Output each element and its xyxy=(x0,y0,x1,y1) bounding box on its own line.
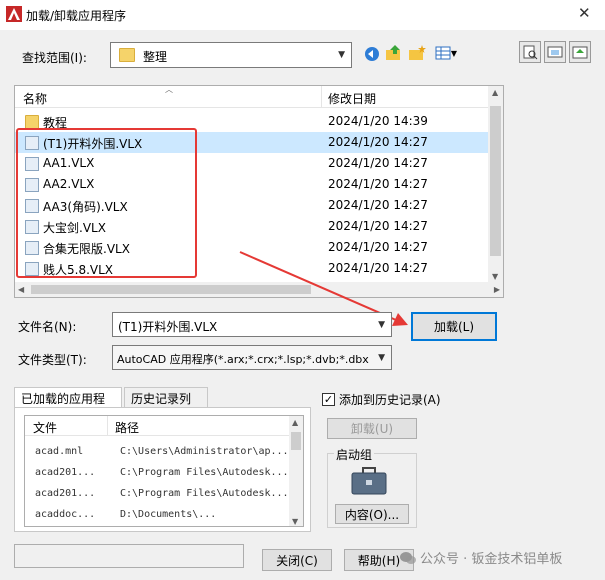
highlight-box xyxy=(16,128,197,278)
file-list-vscrollbar[interactable]: ▲ ▼ xyxy=(488,86,503,283)
scroll-thumb[interactable] xyxy=(490,106,501,256)
view-grid-icon xyxy=(435,46,451,60)
file-date: 2024/1/20 14:27 xyxy=(328,198,428,212)
filename-combo[interactable]: (T1)开料外围.VLX ▼ xyxy=(112,312,392,337)
column-name-header[interactable]: 名称 xyxy=(23,90,47,107)
find-icon xyxy=(523,45,538,60)
app-file: acad201... xyxy=(35,467,96,478)
scroll-left-icon[interactable]: ◀ xyxy=(18,285,24,294)
app-path: C:\Program Files\Autodesk... xyxy=(120,488,289,499)
file-date: 2024/1/20 14:27 xyxy=(328,219,428,233)
add-history-label: 添加到历史记录(A) xyxy=(339,393,441,407)
column-modified-header[interactable]: 修改日期 xyxy=(328,90,376,107)
file-list-hscrollbar[interactable]: ◀ ▶ xyxy=(15,282,503,297)
close-window-button[interactable]: ✕ xyxy=(578,4,591,22)
lookin-value: 整理 xyxy=(143,50,168,64)
back-arrow-icon xyxy=(365,47,379,61)
window-title: 加载/卸载应用程序 xyxy=(26,9,127,23)
app-path: D:\Documents\... xyxy=(120,509,217,520)
chevron-down-icon: ▼ xyxy=(338,50,345,60)
file-date: 2024/1/20 14:27 xyxy=(328,156,428,170)
find-button[interactable] xyxy=(519,41,541,63)
folder-icon xyxy=(119,48,135,62)
checkmark-icon: ✓ xyxy=(323,393,334,406)
filetype-label: 文件类型(T): xyxy=(18,353,87,367)
loaded-apps-pane: 文件 路径 acad.mnl C:\Users\Administrator\ap.… xyxy=(14,407,311,532)
scroll-down-icon[interactable]: ▼ xyxy=(492,272,498,281)
startup-group: 启动组 内容(O)... xyxy=(327,446,417,528)
scroll-thumb[interactable] xyxy=(31,285,311,294)
column-file-header[interactable]: 文件 xyxy=(33,419,57,436)
briefcase-icon xyxy=(351,467,387,495)
views-button[interactable]: ▼ xyxy=(432,44,460,62)
title-bar: 加载/卸载应用程序 ✕ xyxy=(0,0,605,30)
up-folder-button[interactable] xyxy=(385,44,403,62)
back-button[interactable] xyxy=(363,45,381,63)
watermark: 公众号 · 钣金技术铝单板 xyxy=(400,548,562,567)
scroll-right-icon[interactable]: ▶ xyxy=(494,285,500,294)
startup-group-label: 启动组 xyxy=(334,446,375,463)
locate-icon xyxy=(572,46,588,59)
file-date: 2024/1/20 14:27 xyxy=(328,177,428,191)
file-date: 2024/1/20 14:27 xyxy=(328,261,428,275)
chevron-down-icon: ▼ xyxy=(378,319,385,330)
scroll-up-icon[interactable]: ▲ xyxy=(492,88,498,97)
file-date: 2024/1/20 14:39 xyxy=(328,114,428,128)
applist-vscrollbar[interactable]: ▲ ▼ xyxy=(289,416,303,526)
add-history-checkbox[interactable]: ✓ xyxy=(322,393,335,406)
unload-button[interactable]: 卸载(U) xyxy=(327,418,417,439)
app-file: acaddoc... xyxy=(35,509,96,520)
app-file: acad201... xyxy=(35,488,96,499)
up-folder-icon xyxy=(386,45,400,60)
app-path: C:\Users\Administrator\ap... xyxy=(120,446,289,457)
file-date: 2024/1/20 14:27 xyxy=(328,135,428,149)
applist-header: 文件 路径 xyxy=(25,416,290,436)
app-path: C:\Program Files\Autodesk... xyxy=(120,467,289,478)
chevron-down-icon: ▼ xyxy=(378,352,385,363)
filename-label: 文件名(N): xyxy=(18,320,77,334)
app-file: acad.mnl xyxy=(35,446,84,457)
tab-history-list[interactable]: 历史记录列表 xyxy=(124,387,208,423)
applist-row[interactable]: acad.mnl C:\Users\Administrator\ap... xyxy=(25,442,290,463)
locate-button[interactable] xyxy=(569,41,591,63)
chevron-down-icon: ▼ xyxy=(450,48,458,58)
find-file-button[interactable] xyxy=(544,41,566,63)
file-list-header: 名称 ︿ 修改日期 xyxy=(15,86,489,108)
lookin-combo[interactable]: 整理 ▼ xyxy=(110,42,352,68)
find-file-icon xyxy=(547,46,563,58)
add-history-control[interactable]: ✓ 添加到历史记录(A) xyxy=(322,391,441,408)
tab-loaded-apps[interactable]: 已加载的应用程序 xyxy=(14,387,122,423)
new-folder-button[interactable] xyxy=(408,44,426,62)
sort-ascending-icon: ︿ xyxy=(165,85,173,94)
autocad-app-icon xyxy=(6,6,22,22)
filename-value: (T1)开料外围.VLX xyxy=(118,320,218,334)
filetype-combo[interactable]: AutoCAD 应用程序(*.arx;*.crx;*.lsp;*.dvb;*.d… xyxy=(112,345,392,370)
file-date: 2024/1/20 14:27 xyxy=(328,240,428,254)
scroll-up-icon[interactable]: ▲ xyxy=(292,418,298,427)
lookin-label: 查找范围(I): xyxy=(22,51,87,65)
applist-row[interactable]: acad201... C:\Program Files\Autodesk... xyxy=(25,484,290,505)
scroll-thumb[interactable] xyxy=(291,432,301,450)
applist-row[interactable]: acaddoc... D:\Documents\... xyxy=(25,505,290,526)
filetype-value: AutoCAD 应用程序(*.arx;*.crx;*.lsp;*.dvb;*.d… xyxy=(117,353,369,366)
column-path-header[interactable]: 路径 xyxy=(115,419,139,436)
wechat-icon xyxy=(400,551,416,564)
applist-row[interactable]: acad201... C:\Program Files\Autodesk... xyxy=(25,463,290,484)
folder-icon xyxy=(25,115,39,129)
close-button[interactable]: 关闭(C) xyxy=(262,549,332,571)
column-divider[interactable] xyxy=(321,86,322,108)
status-box xyxy=(14,544,244,568)
load-button[interactable]: 加载(L) xyxy=(411,312,497,341)
tab-panel: 已加载的应用程序 历史记录列表 文件 路径 acad.mnl C:\Users\A… xyxy=(14,387,311,532)
contents-button[interactable]: 内容(O)... xyxy=(335,504,409,524)
watermark-text: 公众号 · 钣金技术铝单板 xyxy=(420,552,563,567)
column-divider[interactable] xyxy=(107,416,108,436)
new-folder-icon xyxy=(409,45,426,60)
scroll-down-icon[interactable]: ▼ xyxy=(292,517,298,526)
loaded-apps-list[interactable]: 文件 路径 acad.mnl C:\Users\Administrator\ap.… xyxy=(24,415,304,527)
